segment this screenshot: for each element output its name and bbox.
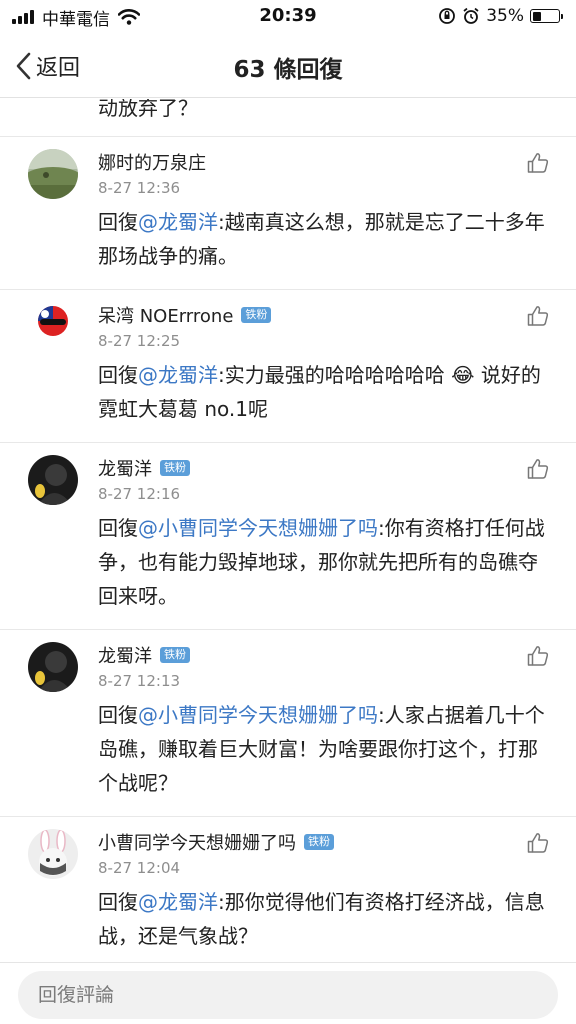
username[interactable]: 龙蜀洋: [98, 455, 152, 481]
partial-comment-text: 动放弃了？: [98, 99, 198, 120]
reply-prefix: 回復: [98, 516, 138, 540]
reply-meta: 呆湾 NOErrrone 铁粉: [98, 302, 548, 328]
reply-bar: [0, 962, 576, 1024]
page-title: 63 條回復: [233, 57, 343, 83]
orientation-lock-icon: [439, 8, 456, 24]
status-right: 35%: [438, 5, 563, 27]
fan-badge: 铁粉: [160, 647, 190, 663]
reply-item[interactable]: 呆湾 NOErrrone 铁粉 8-27 12:25 回復@龙蜀洋:实力最强的哈哈哈哈…: [0, 290, 576, 443]
like-icon[interactable]: [526, 831, 550, 855]
reply-time: 8-27 12:16: [98, 485, 181, 503]
mention-link[interactable]: @龙蜀洋: [138, 363, 218, 387]
reply-prefix: 回復: [98, 210, 138, 234]
reply-item[interactable]: 娜时的万泉庄 8-27 12:36 回復@龙蜀洋:越南真这么想，那就是忘了二十多年那…: [0, 137, 576, 290]
reply-body: 回復@龙蜀洋:越南真这么想，那就是忘了二十多年那场战争的痛。: [98, 205, 548, 273]
reply-body: 回復@小曹同学今天想姗姗了吗:你有资格打任何战争，也有能力毁掉地球，那你就先把所…: [98, 511, 548, 613]
chevron-left-icon: [16, 52, 31, 80]
mention-link[interactable]: @龙蜀洋: [138, 210, 218, 234]
avatar[interactable]: [28, 149, 78, 199]
reply-prefix: 回復: [98, 703, 138, 727]
avatar[interactable]: [28, 302, 78, 352]
username[interactable]: 娜时的万泉庄: [98, 149, 206, 175]
avatar[interactable]: [28, 455, 78, 505]
reply-time: 8-27 12:36: [98, 179, 181, 197]
reply-input[interactable]: [18, 971, 558, 1019]
avatar[interactable]: [28, 642, 78, 692]
username[interactable]: 小曹同学今天想姗姗了吗: [98, 829, 296, 855]
reply-item[interactable]: 龙蜀洋 铁粉 8-27 12:13 回復@小曹同学今天想姗姗了吗:人家占据着几十个岛礁…: [0, 630, 576, 817]
battery-fill: [532, 11, 542, 21]
reply-meta: 娜时的万泉庄: [98, 149, 548, 175]
like-icon[interactable]: [526, 457, 550, 481]
reply-body: 回復@龙蜀洋:那你觉得他们有资格打经济战，信息战，还是气象战？: [98, 885, 548, 953]
reply-prefix: 回復: [98, 363, 138, 387]
status-bar: 中華電信 20:39 35%: [0, 0, 576, 34]
fan-badge: 铁粉: [241, 307, 272, 323]
fan-badge: 铁粉: [160, 460, 190, 476]
back-label: 返回: [36, 56, 81, 81]
reply-meta: 小曹同学今天想姗姗了吗 铁粉: [98, 829, 548, 855]
reply-body: 回復@小曹同学今天想姗姗了吗:人家占据着几十个岛礁，赚取着巨大财富！为啥要跟你打…: [98, 698, 548, 800]
fan-badge: 铁粉: [304, 834, 334, 850]
battery-percent: 35%: [486, 6, 524, 26]
mention-link[interactable]: @龙蜀洋: [138, 890, 218, 914]
reply-list[interactable]: 动放弃了？ 娜时的万泉庄 8-27 12:36 回復@龙蜀洋:越南真这么想，那就是忘…: [0, 99, 576, 962]
username[interactable]: 龙蜀洋: [98, 642, 152, 668]
reply-body: 回復@龙蜀洋:实力最强的哈哈哈哈哈哈 😂 说好的霓虹大葛葛 no.1呢: [98, 358, 548, 426]
mention-link[interactable]: @小曹同学今天想姗姗了吗: [138, 703, 378, 727]
battery-icon: [530, 9, 563, 23]
reply-time: 8-27 12:25: [98, 332, 181, 350]
reply-time: 8-27 12:04: [98, 859, 181, 877]
like-icon[interactable]: [526, 644, 550, 668]
reply-meta: 龙蜀洋 铁粉: [98, 455, 548, 481]
reply-prefix: 回復: [98, 890, 138, 914]
like-icon[interactable]: [526, 151, 550, 175]
reply-item[interactable]: 龙蜀洋 铁粉 8-27 12:16 回復@小曹同学今天想姗姗了吗:你有资格打任何战争，…: [0, 443, 576, 630]
nav-bar: 返回 63 條回復: [0, 34, 576, 98]
avatar[interactable]: [28, 829, 78, 879]
like-icon[interactable]: [526, 304, 550, 328]
reply-item[interactable]: 小曹同学今天想姗姗了吗 铁粉 8-27 12:04 回復@龙蜀洋:那你觉得他们有资格打…: [0, 817, 576, 962]
reply-time: 8-27 12:13: [98, 672, 181, 690]
alarm-icon: [463, 7, 479, 24]
reply-meta: 龙蜀洋 铁粉: [98, 642, 548, 668]
partial-comment: 动放弃了？: [0, 99, 576, 137]
back-button[interactable]: 返回: [14, 48, 80, 84]
username[interactable]: 呆湾 NOErrrone: [98, 302, 233, 328]
mention-link[interactable]: @小曹同学今天想姗姗了吗: [138, 516, 378, 540]
